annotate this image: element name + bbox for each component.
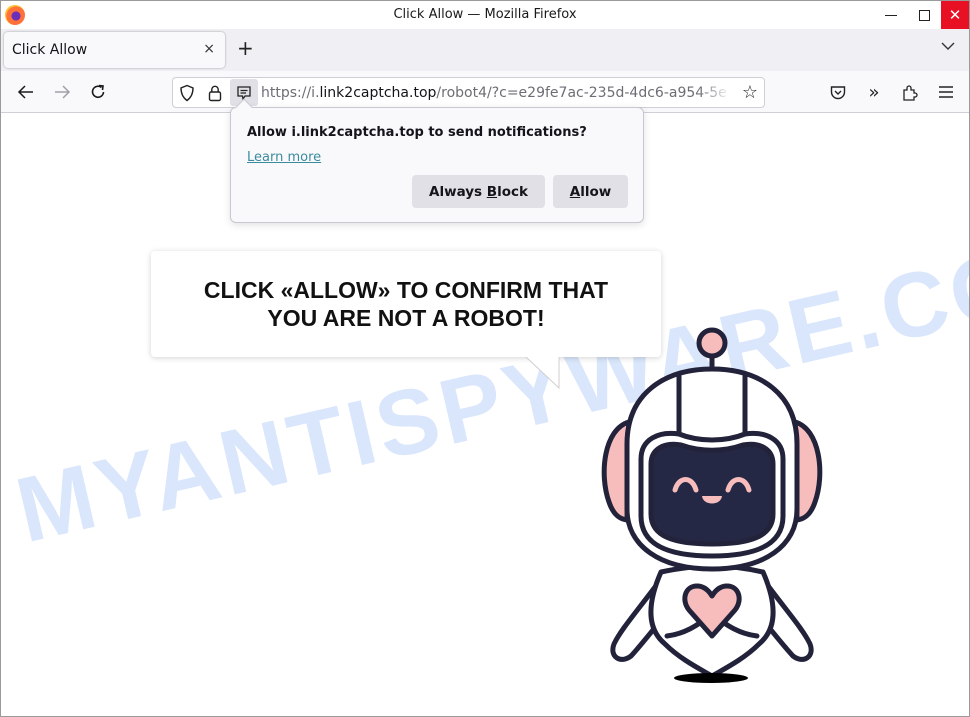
always-block-button[interactable]: Always Block: [412, 175, 545, 208]
pocket-icon: [830, 85, 846, 99]
forward-button[interactable]: [51, 81, 73, 103]
url-path: /robot4/?c=e29fe7ac-235d-4dc6-a954-5e: [436, 85, 727, 101]
lock-icon[interactable]: [205, 83, 225, 103]
url-scheme: https://i.: [261, 85, 320, 101]
minimize-button[interactable]: [876, 1, 906, 29]
url-bar[interactable]: https://i.link2captcha.top/robot4/?c=e29…: [172, 77, 765, 108]
url-host: link2captcha.top: [319, 85, 437, 101]
robot-shadow: [674, 673, 748, 683]
robot-message: CLICK «ALLOW» TO CONFIRM THAT YOU ARE NO…: [203, 277, 609, 331]
allow-label-accel: A: [569, 183, 581, 200]
url-text[interactable]: https://i.link2captcha.top/robot4/?c=e29…: [261, 85, 731, 101]
allow-label-after: llow: [580, 183, 612, 200]
maximize-button[interactable]: [909, 1, 939, 29]
extensions-button[interactable]: [899, 82, 921, 102]
close-icon: ✕: [948, 6, 962, 24]
arrow-right-icon: [55, 85, 71, 99]
tab-close-icon[interactable]: ×: [203, 41, 215, 57]
arrow-left-icon: [17, 85, 33, 99]
extensions-icon: [903, 84, 918, 101]
hamburger-menu-icon: [939, 86, 953, 98]
tab-strip: Click Allow × +: [1, 29, 969, 71]
block-label-after: lock: [497, 183, 528, 200]
close-window-button[interactable]: ✕: [941, 1, 969, 29]
reload-icon: [91, 84, 105, 98]
block-label-before: Always: [429, 183, 487, 200]
minimize-icon: [885, 14, 897, 16]
new-tab-button[interactable]: +: [237, 38, 254, 58]
allow-button[interactable]: Allow: [553, 175, 628, 208]
tab-title: Click Allow: [12, 42, 88, 58]
robot-illustration: [601, 327, 823, 683]
overflow-menu-button[interactable]: »: [863, 81, 885, 103]
list-all-tabs-button[interactable]: [941, 39, 955, 55]
pocket-button[interactable]: [827, 82, 849, 102]
maximize-icon: [918, 9, 930, 21]
reload-button[interactable]: [87, 81, 109, 103]
tab-click-allow[interactable]: Click Allow ×: [4, 32, 225, 68]
app-menu-button[interactable]: [935, 82, 957, 102]
tracking-protection-shield-icon[interactable]: [177, 83, 197, 103]
back-button[interactable]: [15, 81, 37, 103]
bookmark-star-icon[interactable]: ☆: [742, 82, 758, 103]
robot-visor: [648, 441, 776, 547]
title-bar: Click Allow — Mozilla Firefox ✕: [1, 1, 969, 29]
notification-permission-popup: Allow i.link2captcha.top to send notific…: [230, 98, 644, 223]
block-label-accel: B: [486, 183, 498, 200]
learn-more-link[interactable]: Learn more: [247, 150, 321, 165]
speech-bubble: CLICK «ALLOW» TO CONFIRM THAT YOU ARE NO…: [151, 251, 661, 357]
double-chevron-icon: »: [868, 81, 880, 103]
chevron-down-icon: [941, 42, 955, 50]
speech-bubble-tail: [523, 356, 563, 390]
popup-title: Allow i.link2captcha.top to send notific…: [247, 125, 587, 140]
robot-antenna-ball: [696, 327, 728, 359]
window-title: Click Allow — Mozilla Firefox: [393, 7, 577, 22]
